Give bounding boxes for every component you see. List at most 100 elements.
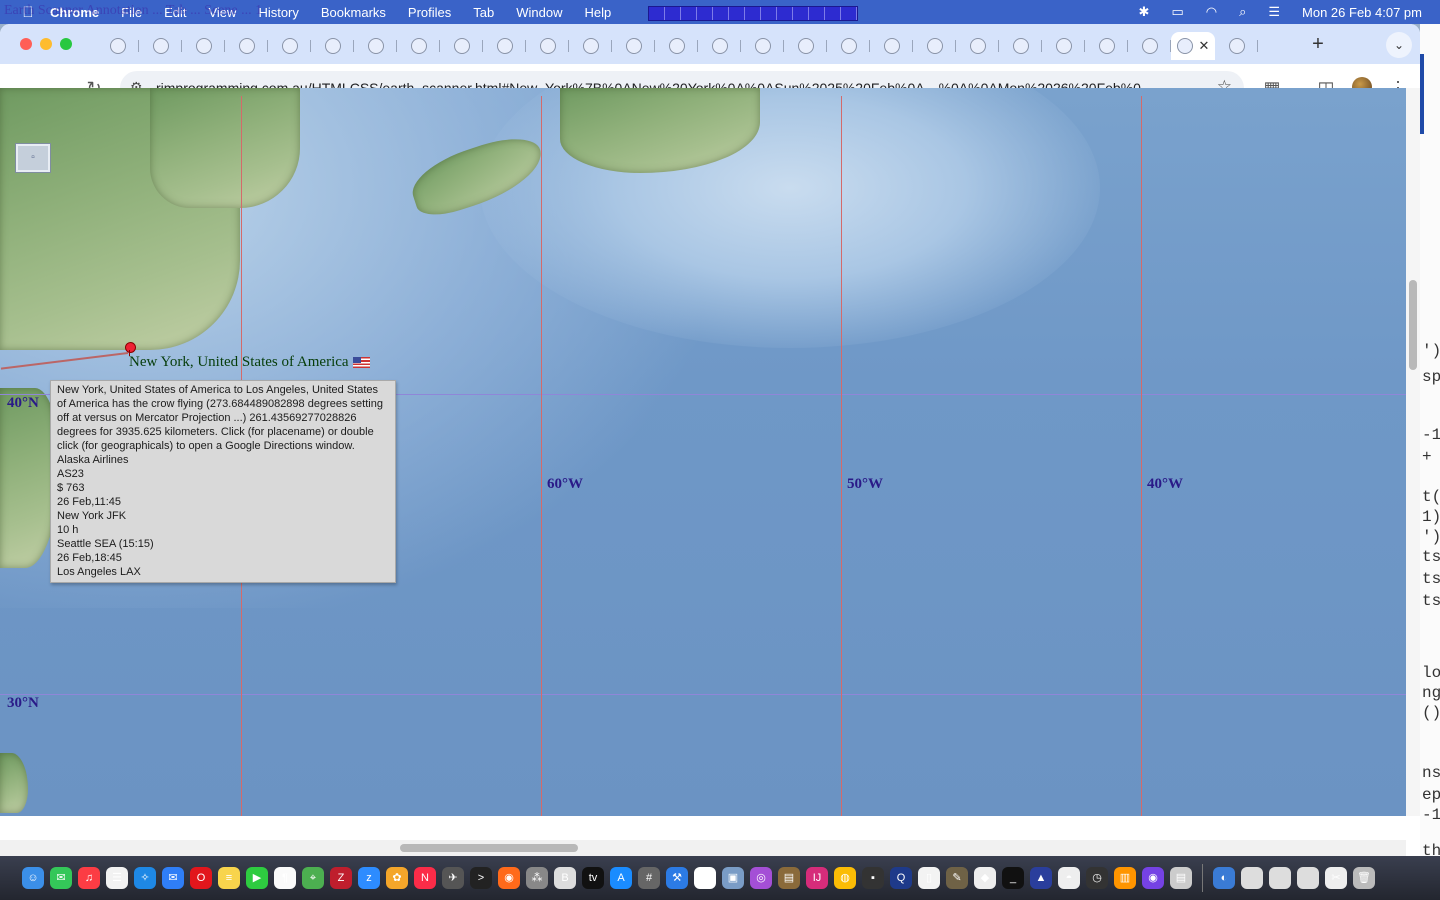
- vertical-scroll-thumb[interactable]: [1409, 280, 1417, 370]
- menu-help[interactable]: Help: [585, 5, 612, 20]
- music-icon[interactable]: ♫: [78, 867, 100, 889]
- apple-menu-icon[interactable]: : [20, 4, 36, 21]
- launchpad-icon[interactable]: ⁂: [526, 867, 548, 889]
- tab[interactable]: [1042, 32, 1085, 60]
- reminders-icon[interactable]: ☰: [106, 867, 128, 889]
- tab[interactable]: [999, 32, 1042, 60]
- tab[interactable]: [397, 32, 440, 60]
- tab[interactable]: [96, 32, 139, 60]
- tab[interactable]: [698, 32, 741, 60]
- news-icon[interactable]: N: [414, 867, 436, 889]
- background-editor-window[interactable]: ') sp -1 + t(1) ') ts ts ts lo ng() ns ep -1 th: [1420, 24, 1440, 900]
- menu-profiles[interactable]: Profiles: [408, 5, 451, 20]
- inkscape-icon[interactable]: ◆: [974, 867, 996, 889]
- place-label-new-york[interactable]: New York, United States of America: [129, 354, 370, 371]
- tab[interactable]: [956, 32, 999, 60]
- preview-icon[interactable]: ▣: [722, 867, 744, 889]
- window3-icon[interactable]: [1297, 867, 1319, 889]
- filezilla-icon[interactable]: Z: [330, 867, 352, 889]
- close-window-button[interactable]: [20, 38, 32, 50]
- tab[interactable]: [268, 32, 311, 60]
- menu-tab[interactable]: Tab: [473, 5, 494, 20]
- screenshot-icon[interactable]: ✂: [1325, 867, 1347, 889]
- new-tab-button[interactable]: +: [1306, 32, 1330, 56]
- tab[interactable]: [526, 32, 569, 60]
- tab[interactable]: [225, 32, 268, 60]
- calculator-icon[interactable]: #: [638, 867, 660, 889]
- books-icon[interactable]: ▥: [1114, 867, 1136, 889]
- tab-active[interactable]: ✕: [1171, 32, 1215, 60]
- bbedit-icon[interactable]: B: [554, 867, 576, 889]
- menu-window[interactable]: Window: [516, 5, 562, 20]
- github-icon[interactable]: ◓: [1058, 867, 1080, 889]
- horizontal-scrollbar[interactable]: [0, 840, 1406, 856]
- affinity-icon[interactable]: ▲: [1030, 867, 1052, 889]
- gimp-icon[interactable]: ✎: [946, 867, 968, 889]
- window1-icon[interactable]: [1241, 867, 1263, 889]
- map-control-button[interactable]: ▫: [16, 144, 50, 172]
- tab[interactable]: [354, 32, 397, 60]
- quicktime-icon[interactable]: Q: [890, 867, 912, 889]
- tab[interactable]: [784, 32, 827, 60]
- calendar-icon[interactable]: 26: [694, 867, 716, 889]
- menubar-clock[interactable]: Mon 26 Feb 4:07 pm: [1302, 5, 1422, 20]
- spotlight-search-icon[interactable]: ⌕: [1239, 4, 1246, 20]
- tab[interactable]: [483, 32, 526, 60]
- control-center-icon[interactable]: ☰: [1268, 4, 1280, 20]
- tab[interactable]: [311, 32, 354, 60]
- finder-icon[interactable]: ☺: [22, 867, 44, 889]
- tab[interactable]: [741, 32, 784, 60]
- menu-bookmarks[interactable]: Bookmarks: [321, 5, 386, 20]
- tab[interactable]: [182, 32, 225, 60]
- document-icon[interactable]: ▯: [918, 867, 940, 889]
- earth-scanner-map[interactable]: 40°N 30°N 60°W 50°W 40°W New York, Unite…: [0, 88, 1406, 816]
- tab[interactable]: [913, 32, 956, 60]
- menu-view[interactable]: View: [208, 5, 236, 20]
- tab[interactable]: [612, 32, 655, 60]
- mail-icon[interactable]: ✉: [162, 867, 184, 889]
- close-tab-icon[interactable]: ✕: [1199, 38, 1210, 54]
- tab-search-chevron-icon[interactable]: ⌄: [1386, 32, 1412, 58]
- tab[interactable]: [827, 32, 870, 60]
- tab[interactable]: [1085, 32, 1128, 60]
- globe-icon[interactable]: ◐: [1213, 867, 1235, 889]
- menu-file[interactable]: File: [121, 5, 142, 20]
- map-pin-icon[interactable]: [125, 342, 136, 353]
- textedit-icon[interactable]: ¶: [274, 867, 296, 889]
- tab[interactable]: [870, 32, 913, 60]
- zoom-window-button[interactable]: [60, 38, 72, 50]
- tab[interactable]: [569, 32, 612, 60]
- intellij-icon[interactable]: IJ: [806, 867, 828, 889]
- safari-icon[interactable]: ✧: [134, 867, 156, 889]
- facetime-icon[interactable]: ▶: [246, 867, 268, 889]
- firefox-dev-icon[interactable]: ◉: [1142, 867, 1164, 889]
- appstore-icon[interactable]: A: [610, 867, 632, 889]
- wifi-icon[interactable]: ◠: [1206, 4, 1217, 20]
- battery-icon[interactable]: ▭: [1171, 4, 1183, 20]
- menu-history[interactable]: History: [258, 5, 298, 20]
- menu-chrome[interactable]: Chrome: [50, 5, 99, 20]
- opera-icon[interactable]: O: [190, 867, 212, 889]
- notes-icon[interactable]: ≡: [218, 867, 240, 889]
- trash-icon[interactable]: 🗑: [1353, 867, 1375, 889]
- maps-icon[interactable]: ⌖: [302, 867, 324, 889]
- horizontal-scroll-thumb[interactable]: [400, 844, 578, 852]
- files-icon[interactable]: ▤: [1170, 867, 1192, 889]
- terminal-icon[interactable]: >: [470, 867, 492, 889]
- minimize-window-button[interactable]: [40, 38, 52, 50]
- firefox-icon[interactable]: ◉: [498, 867, 520, 889]
- window2-icon[interactable]: [1269, 867, 1291, 889]
- archive-icon[interactable]: ▤: [778, 867, 800, 889]
- tab[interactable]: [655, 32, 698, 60]
- bluetooth-icon[interactable]: ✱: [1139, 4, 1150, 20]
- xcode-icon[interactable]: ⚒: [666, 867, 688, 889]
- tab[interactable]: [1215, 32, 1258, 60]
- vertical-scrollbar[interactable]: [1406, 88, 1420, 816]
- tab[interactable]: [1128, 32, 1171, 60]
- messages-icon[interactable]: ✉: [50, 867, 72, 889]
- console-icon[interactable]: ▪: [862, 867, 884, 889]
- chrome-icon[interactable]: ◍: [834, 867, 856, 889]
- utility-icon[interactable]: ✈: [442, 867, 464, 889]
- terminal2-icon[interactable]: _: [1002, 867, 1024, 889]
- appletv-icon[interactable]: tv: [582, 867, 604, 889]
